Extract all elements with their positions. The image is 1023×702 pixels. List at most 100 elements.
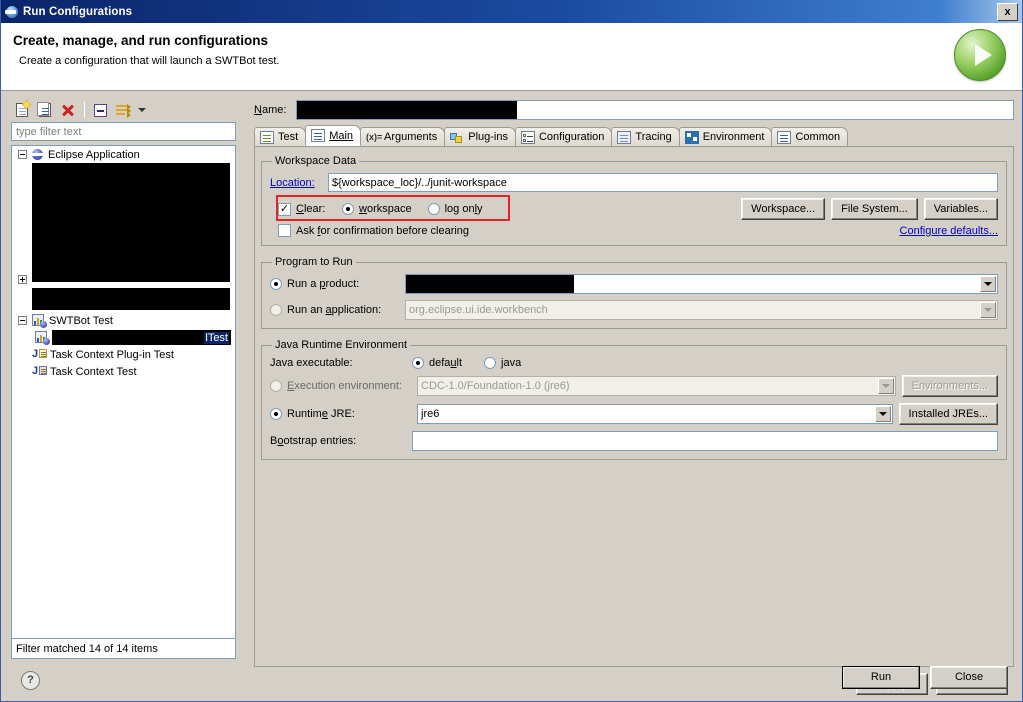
chevron-down-icon[interactable] <box>980 276 996 292</box>
tree-item-label: lTest <box>204 331 229 344</box>
runtime-jre-label: Runtime JRE: <box>287 408 355 420</box>
tree-item-redacted[interactable] <box>12 271 235 288</box>
close-window-button[interactable]: x <box>997 2 1018 21</box>
tab-configuration[interactable]: Configuration <box>514 127 613 146</box>
configuration-tab-icon <box>520 130 535 144</box>
execution-environment-row: Execution environment: CDC-1.0/Foundatio… <box>270 375 998 397</box>
tab-arguments[interactable]: (x)= Arguments <box>360 127 446 146</box>
arguments-tab-icon: (x)= <box>366 131 383 142</box>
bootstrap-entries-input[interactable] <box>412 431 998 451</box>
file-system-browse-button[interactable]: File System... <box>831 198 918 220</box>
tree-item-selected-config[interactable]: lTest <box>12 329 235 346</box>
variables-button[interactable]: Variables... <box>923 198 998 220</box>
copy-icon[interactable] <box>34 100 56 120</box>
title-bar: Run Configurations x <box>1 0 1022 23</box>
expander-minus-icon[interactable] <box>18 316 27 325</box>
java-executable-java-radio[interactable] <box>484 357 497 369</box>
tab-tracing[interactable]: Tracing <box>611 127 680 146</box>
tab-plugins[interactable]: Plug-ins <box>444 127 516 146</box>
java-executable-label: Java executable: <box>270 357 353 369</box>
common-tab-icon <box>777 130 792 144</box>
location-input[interactable]: ${workspace_loc}/../junit-workspace <box>328 173 998 192</box>
runtime-jre-combo[interactable]: jre6 <box>417 404 893 424</box>
configure-defaults-link[interactable]: Configure defaults... <box>900 225 998 237</box>
clear-log-only-label: log only <box>444 203 483 215</box>
tree-item-label: Task Context Plug-in Test <box>50 348 174 361</box>
run-product-row: Run a product: <box>270 274 998 294</box>
location-row: Location: ${workspace_loc}/../junit-work… <box>270 173 998 192</box>
java-executable-default-label: default <box>429 357 463 369</box>
chevron-down-icon[interactable] <box>874 406 891 422</box>
tree-item-swtbot-test[interactable]: SWTBot Test <box>12 312 235 329</box>
location-value: ${workspace_loc}/../junit-workspace <box>332 176 507 189</box>
environment-tab-icon <box>684 130 699 144</box>
new-document-icon[interactable] <box>11 100 33 120</box>
workspace-data-legend: Workspace Data <box>275 155 357 167</box>
runtime-jre-radio[interactable] <box>270 408 282 420</box>
run-product-label: Run a product: <box>287 278 360 290</box>
page-subtitle: Create a configuration that will launch … <box>19 55 280 67</box>
tab-label: Arguments <box>384 131 438 143</box>
filter-input[interactable]: type filter text <box>11 122 236 141</box>
dialog-header: Create, manage, and run configurations C… <box>1 23 1022 91</box>
runtime-jre-value: jre6 <box>421 408 440 420</box>
dialog-footer: Run Close <box>1 653 1022 701</box>
java-executable-default-radio[interactable] <box>412 357 424 369</box>
tree-item-label: Task Context Test <box>50 365 137 378</box>
tree-toolbar <box>9 98 246 122</box>
chevron-down-icon <box>877 378 894 394</box>
tab-label: Common <box>795 131 841 143</box>
junit-test-icon: J <box>32 365 47 378</box>
tree-item-redacted-block[interactable] <box>32 163 230 282</box>
clear-workspace-label: workspace <box>359 203 412 215</box>
filter-icon[interactable] <box>112 100 134 120</box>
tab-main[interactable]: Main <box>305 125 362 146</box>
swtbot-test-icon <box>31 314 47 328</box>
run-application-radio[interactable] <box>270 304 282 316</box>
java-runtime-environment-group: Java Runtime Environment Java executable… <box>261 339 1007 460</box>
name-value-redacted <box>297 101 517 119</box>
configurations-panel: type filter text Eclipse Application SWT… <box>9 98 246 701</box>
clear-log-only-radio[interactable] <box>427 203 440 215</box>
clear-checkbox[interactable]: ✓ <box>278 202 291 216</box>
eclipse-globe-icon <box>5 5 19 19</box>
java-executable-row: Java executable: default java <box>270 357 998 369</box>
run-product-radio[interactable] <box>270 278 282 290</box>
junit-plugin-test-icon: J <box>32 348 47 361</box>
close-button[interactable]: Close <box>930 665 1008 689</box>
clear-label: Clear: <box>296 203 326 215</box>
ask-confirmation-row: Ask for confirmation before clearing Con… <box>270 224 998 237</box>
run-button[interactable]: Run <box>842 665 920 689</box>
tree-item-eclipse-application[interactable]: Eclipse Application <box>12 146 235 163</box>
chevron-down-icon[interactable] <box>135 100 149 120</box>
expander-minus-icon[interactable] <box>18 150 27 159</box>
tab-environment[interactable]: Environment <box>678 127 773 146</box>
configurations-tree[interactable]: Eclipse Application SWTBot Test lTest J … <box>11 145 236 639</box>
chevron-down-icon <box>980 302 996 318</box>
environments-button: Environments... <box>901 375 998 397</box>
workspace-browse-button[interactable]: Workspace... <box>741 198 826 220</box>
run-play-icon <box>954 29 1006 81</box>
product-combo[interactable] <box>405 274 998 294</box>
clear-row: ✓ Clear: workspace log only Workspace...… <box>270 195 998 221</box>
run-application-row: Run an application: org.eclipse.ui.ide.w… <box>270 300 998 320</box>
installed-jres-button[interactable]: Installed JREs... <box>898 403 998 425</box>
name-input[interactable] <box>296 100 1014 120</box>
tab-test[interactable]: Test <box>254 127 307 146</box>
clear-workspace-radio[interactable] <box>342 203 354 215</box>
program-to-run-group: Program to Run Run a product: Run an app… <box>261 256 1007 329</box>
tree-item-task-context-plugin-test[interactable]: J Task Context Plug-in Test <box>12 346 235 363</box>
delete-red-x-icon[interactable] <box>57 100 79 120</box>
test-tab-icon <box>260 130 274 144</box>
execution-environment-radio[interactable] <box>270 380 282 392</box>
ask-confirmation-checkbox[interactable] <box>278 224 291 237</box>
tab-common[interactable]: Common <box>771 127 849 146</box>
name-row: Name: <box>254 98 1014 122</box>
application-combo: org.eclipse.ui.ide.workbench <box>405 300 998 320</box>
main-tab-panel: Workspace Data Location: ${workspace_loc… <box>254 147 1014 667</box>
collapse-all-icon[interactable] <box>89 100 111 120</box>
tree-item-task-context-test[interactable]: J Task Context Test <box>12 363 235 380</box>
location-label[interactable]: Location: <box>270 177 328 189</box>
expander-plus-icon[interactable] <box>18 275 27 284</box>
tree-item-redacted-block-2[interactable] <box>32 288 230 310</box>
